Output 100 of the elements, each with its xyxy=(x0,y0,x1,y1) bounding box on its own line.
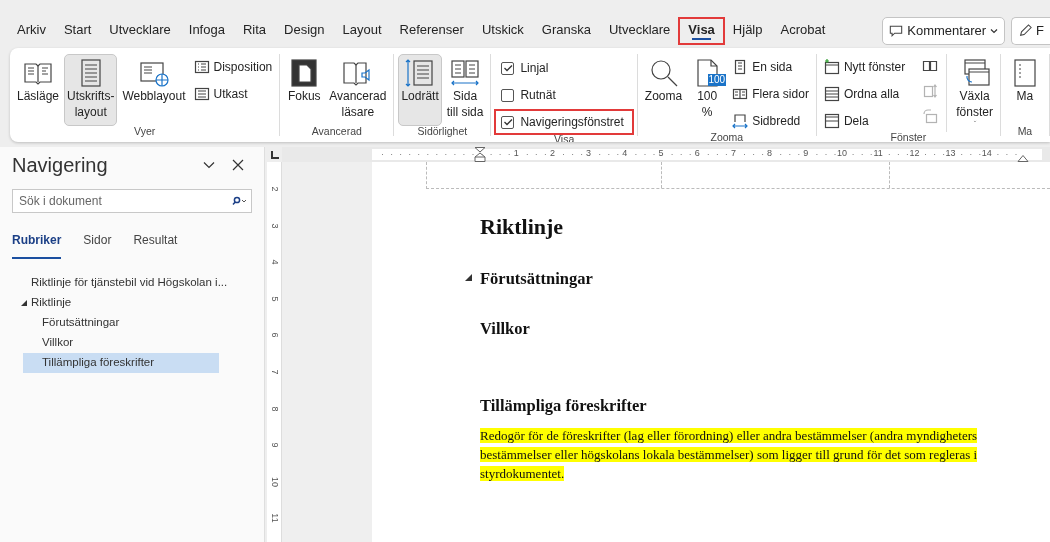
ribbon-button[interactable]: Webblayout xyxy=(119,54,189,126)
expanded-triangle-icon[interactable] xyxy=(19,299,28,307)
ribbon-tab[interactable]: Hjälp xyxy=(723,17,772,45)
ruler-number: 11 xyxy=(872,149,884,158)
page-width-icon xyxy=(732,113,749,129)
ruler-number: 5 xyxy=(269,296,279,302)
checkbox[interactable]: Rutnät xyxy=(495,83,633,107)
collapse-triangle-icon[interactable] xyxy=(464,273,473,282)
ribbon-button[interactable]: Disposition xyxy=(190,56,276,78)
reset-position-icon xyxy=(922,108,939,124)
ribbon-tab[interactable]: Visa xyxy=(679,17,724,45)
ribbon-tab[interactable]: Referenser xyxy=(390,17,473,45)
ribbon-tab[interactable]: Arkiv xyxy=(8,17,55,45)
horizontal-ruler[interactable]: 1 2 3 4 5 6 7 8 9 10 11 12 13 14 xyxy=(282,147,1050,162)
ribbon-button[interactable]: Dela xyxy=(820,110,909,132)
ruler-number: 9 xyxy=(269,442,279,448)
ruler-number: 7 xyxy=(269,369,279,375)
ribbon-tab[interactable]: Acrobat xyxy=(771,17,835,45)
outline-icon xyxy=(193,59,210,75)
pencil-icon xyxy=(1018,24,1033,38)
outline-item[interactable]: Villkor xyxy=(23,333,219,353)
group-label: Sidörlighet xyxy=(416,126,469,138)
ruler-number: 10 xyxy=(269,476,279,487)
ruler-number: 4 xyxy=(621,149,629,158)
group-label: Vyer xyxy=(133,126,157,138)
ruler-number: 7 xyxy=(729,149,737,158)
ruler-number: 2 xyxy=(269,186,279,192)
draft-icon xyxy=(193,86,210,102)
side-by-side-icon xyxy=(922,58,939,74)
ruler-number: 13 xyxy=(944,149,957,158)
tab-stop-icon[interactable] xyxy=(270,150,279,159)
close-icon xyxy=(232,159,244,171)
ruler-number: 6 xyxy=(693,149,701,158)
ribbon-tab[interactable]: Start xyxy=(54,17,101,45)
checkbox[interactable]: Navigeringsfönstret xyxy=(495,110,633,134)
ribbon-button[interactable]: Nytt fönster xyxy=(820,56,909,78)
document-heading: Villkor xyxy=(480,318,530,338)
indent-marker-icon[interactable] xyxy=(474,147,486,162)
ruler-number: 8 xyxy=(766,149,774,158)
zoom-level-badge: 100 xyxy=(707,74,727,86)
pane-tab[interactable]: Resultat xyxy=(133,231,178,259)
ruler-number: 3 xyxy=(269,223,279,229)
document-heading: Tillämpliga föreskrifter xyxy=(480,395,647,415)
ruler-number: 2 xyxy=(548,149,556,158)
ribbon-button[interactable]: Sidbredd xyxy=(729,110,812,132)
ribbon-button[interactable]: Läsläge xyxy=(14,54,63,126)
ribbon-tab[interactable]: Design xyxy=(275,17,334,45)
ribbon-tab[interactable]: Granska xyxy=(532,17,600,45)
checkmark-icon xyxy=(502,117,513,127)
ruler-number: 9 xyxy=(802,149,810,158)
group-label: Fönster xyxy=(889,132,928,142)
ruler-number: 5 xyxy=(657,149,665,158)
highlighted-paragraph: Redogör för de föreskrifter (lag eller förordning) eller andra bestämmelser (andra myndigheters bestämmelser eller högskolans lokala bestämmelser) som ligger till grund för det som regleras i styrdokumentet. xyxy=(480,427,979,484)
ribbon-button[interactable]: Fokus xyxy=(284,54,325,126)
ribbon-button[interactable]: Avancerad läsare xyxy=(326,54,390,126)
new-window-icon xyxy=(823,59,840,75)
ribbon-button[interactable]: En sida xyxy=(729,56,812,78)
outline-item[interactable]: Riktlinje xyxy=(12,293,252,313)
ribbon-tab[interactable]: Utvecklare xyxy=(100,17,180,45)
outline-item[interactable]: Tillämpliga föreskrifter xyxy=(23,353,219,373)
ribbon-button[interactable]: Växla fönster xyxy=(953,54,996,126)
ribbon-button[interactable]: Lodrätt xyxy=(398,54,442,126)
ruler-number: 10 xyxy=(836,149,848,158)
group-label: Avancerad xyxy=(310,126,363,138)
ruler-number: 6 xyxy=(269,332,279,338)
checkmark-icon xyxy=(502,63,513,73)
document-title: Riktlinje xyxy=(480,213,565,241)
ribbon-tab[interactable]: Utvecklare xyxy=(599,17,680,45)
toolbar-button[interactable]: Kommentarer xyxy=(882,17,1006,45)
ruler-number: 1 xyxy=(512,149,520,158)
ribbon-tab[interactable]: Rita xyxy=(233,17,276,45)
ribbon-button[interactable]: Zooma xyxy=(641,54,686,126)
ribbon-button[interactable]: Ordna alla xyxy=(820,83,909,105)
outline-item[interactable]: Riktlinje för tjänstebil vid Högskolan i... xyxy=(12,273,252,293)
group-label: Ma xyxy=(1016,126,1034,138)
ruler-number: 4 xyxy=(269,259,279,265)
ruler-number: 8 xyxy=(269,406,279,412)
comment-icon xyxy=(889,24,904,38)
checkbox[interactable]: Linjal xyxy=(495,56,633,80)
synchronous-scroll-icon xyxy=(922,83,939,99)
ribbon-tab[interactable]: Layout xyxy=(333,17,391,45)
ribbon-button[interactable]: Sida till sida xyxy=(443,54,487,126)
ruler-number: 3 xyxy=(585,149,593,158)
pane-tab[interactable]: Sidor xyxy=(83,231,112,259)
ribbon-tab[interactable]: Utskick xyxy=(472,17,533,45)
ribbon-button[interactable]: Utkast xyxy=(190,83,276,105)
search-field[interactable]: Sök i dokument xyxy=(12,189,252,213)
pane-tab[interactable]: Rubriker xyxy=(12,231,62,259)
group-label: Zooma xyxy=(709,132,745,142)
split-icon xyxy=(823,113,840,129)
ribbon-button[interactable]: Utskrifts- layout xyxy=(64,54,118,126)
toolbar-button[interactable]: F xyxy=(1011,17,1050,45)
vertical-ruler[interactable]: 2 3 4 5 6 7 8 9 10 11 xyxy=(267,162,282,542)
outline-item[interactable]: Förutsättningar xyxy=(23,313,219,333)
search-icon[interactable] xyxy=(231,196,247,206)
ribbon-button[interactable]: 100 100 % xyxy=(687,54,728,126)
ribbon-button[interactable]: Flera sidor xyxy=(729,83,812,105)
ribbon-tab[interactable]: Infoga xyxy=(179,17,234,45)
ribbon-button[interactable]: Ma xyxy=(1004,54,1045,126)
pane-title: Navigering xyxy=(12,153,108,178)
